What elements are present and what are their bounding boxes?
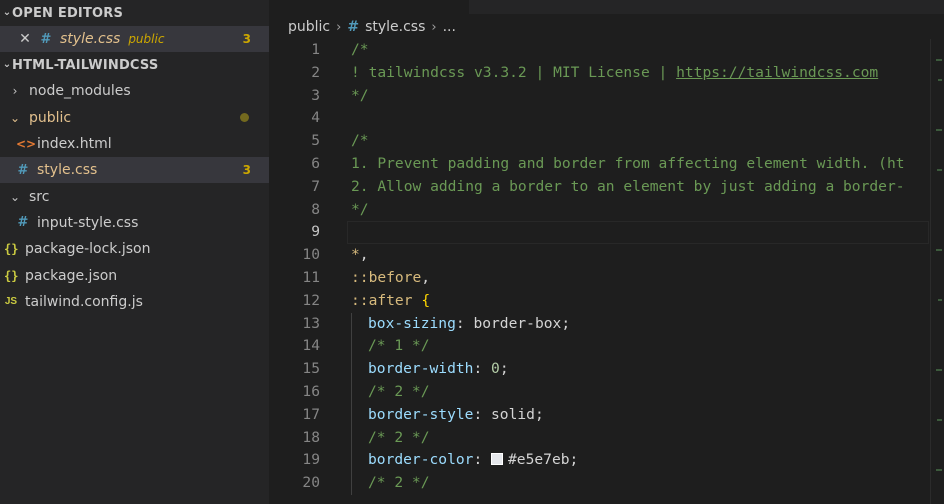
- line-number: 6: [311, 154, 320, 172]
- chevron-right-icon: ›: [431, 19, 437, 35]
- code-line: 5/*: [269, 130, 929, 153]
- tree-item-node-modules[interactable]: › node_modules: [0, 78, 269, 104]
- open-editors-header[interactable]: ⌄ OPEN EDITORS: [0, 0, 269, 26]
- code-line: 13 box-sizing: border-box;: [269, 312, 929, 336]
- line-number: 16: [302, 382, 320, 400]
- line-number: 14: [302, 337, 320, 355]
- css-file-icon: #: [40, 31, 52, 47]
- json-file-icon: {}: [4, 268, 19, 283]
- line-number: 9: [311, 223, 320, 241]
- code-line: 3 */: [269, 85, 929, 108]
- problem-count-badge: 3: [242, 32, 251, 47]
- code-line: 4: [269, 107, 929, 130]
- tree-item-public[interactable]: ⌄ public: [0, 105, 269, 131]
- workspace-header[interactable]: ⌄ HTML-TAILWINDCSS: [0, 52, 269, 78]
- css-file-icon: #: [347, 19, 360, 35]
- open-editor-label: style.css: [60, 31, 121, 48]
- line-number: 12: [302, 291, 320, 309]
- chevron-down-icon: ⌄: [9, 189, 21, 204]
- line-number: 19: [302, 451, 320, 469]
- breadcrumb-file[interactable]: style.css: [365, 19, 425, 35]
- chevron-down-icon: ⌄: [2, 6, 12, 18]
- current-line-highlight: [347, 221, 929, 245]
- tree-item-index-html[interactable]: <> index.html: [0, 131, 269, 157]
- modified-dot: [240, 113, 249, 123]
- code-line: 20/* 2 */: [269, 472, 929, 495]
- code-line: 1/*: [269, 39, 929, 62]
- tree-item-tailwind-config-js[interactable]: JS tailwind.config.js: [0, 289, 269, 315]
- code-line: 11::before,: [269, 267, 929, 290]
- tree-item-style-css[interactable]: # style.css 3: [0, 157, 269, 184]
- chevron-right-icon: ›: [12, 84, 18, 99]
- line-number: 20: [302, 474, 320, 492]
- code-line: 10 *,: [269, 244, 929, 267]
- line-number: 17: [302, 405, 320, 423]
- line-number: 7: [311, 177, 320, 195]
- breadcrumb-folder[interactable]: public: [288, 19, 330, 35]
- html-file-icon: <>: [16, 137, 37, 152]
- open-editor-item[interactable]: ✕ # style.css public 3: [0, 26, 269, 53]
- line-number: 13: [302, 314, 320, 332]
- line-number: 8: [311, 200, 320, 218]
- line-number: 2: [311, 63, 320, 81]
- code-line: 6 1. Prevent padding and border from affe…: [269, 153, 929, 176]
- code-editor[interactable]: public › # style.css › ... 1/* 2! tailwi…: [269, 0, 944, 504]
- color-swatch[interactable]: [491, 453, 504, 466]
- license-link[interactable]: https://tailwindcss.com: [676, 64, 878, 81]
- code-line-current: 9: [269, 221, 929, 245]
- chevron-right-icon: ›: [336, 19, 342, 35]
- open-editor-desc: public: [128, 32, 165, 47]
- code-line: 16/* 2 */: [269, 380, 929, 404]
- line-number: 1: [311, 41, 320, 58]
- scrollbar[interactable]: [930, 39, 944, 504]
- css-file-icon: #: [17, 162, 29, 178]
- code-line: 18/* 2 */: [269, 426, 929, 450]
- tab-strip: [269, 0, 944, 14]
- code-line: 12::after {: [269, 290, 929, 313]
- tree-item-package-json[interactable]: {} package.json: [0, 262, 269, 288]
- tree-item-src[interactable]: ⌄ src: [0, 183, 269, 209]
- code-line: 2! tailwindcss v3.3.2 | MIT License | ht…: [269, 62, 929, 85]
- problem-count-badge: 3: [242, 163, 251, 178]
- code-line: 19 border-color: #e5e7eb;: [269, 449, 929, 473]
- line-number: 10: [302, 246, 320, 264]
- line-number: 5: [311, 132, 320, 150]
- breadcrumb-more[interactable]: ...: [443, 19, 456, 35]
- line-number: 11: [302, 268, 320, 286]
- css-file-icon: #: [17, 215, 29, 231]
- close-icon[interactable]: ✕: [18, 31, 32, 47]
- code-line: 14/* 1 */: [269, 335, 929, 359]
- line-number: 15: [302, 360, 320, 378]
- tree-item-input-style-css[interactable]: # input-style.css: [0, 210, 269, 236]
- code-line: 15 border-width: 0;: [269, 358, 929, 381]
- line-number: 4: [311, 109, 320, 127]
- code-line: 17 border-style: solid;: [269, 403, 929, 427]
- line-number: 18: [302, 428, 320, 446]
- tab-style-css[interactable]: [269, 0, 469, 14]
- tree-item-package-lock-json[interactable]: {} package-lock.json: [0, 236, 269, 262]
- code-line: 7 2. Allow adding a border to an element …: [269, 176, 929, 199]
- js-file-icon: JS: [4, 296, 18, 308]
- chevron-down-icon: ⌄: [2, 58, 12, 70]
- code-line: 8 */: [269, 199, 929, 222]
- line-number: 3: [311, 86, 320, 104]
- json-file-icon: {}: [4, 242, 19, 257]
- breadcrumb: public › # style.css › ...: [288, 16, 456, 38]
- code-lines[interactable]: 1/* 2! tailwindcss v3.3.2 | MIT License …: [269, 39, 929, 495]
- chevron-down-icon: ⌄: [9, 110, 21, 125]
- explorer-sidebar: ⌄ OPEN EDITORS ✕ # style.css public 3 ⌄ …: [0, 0, 269, 504]
